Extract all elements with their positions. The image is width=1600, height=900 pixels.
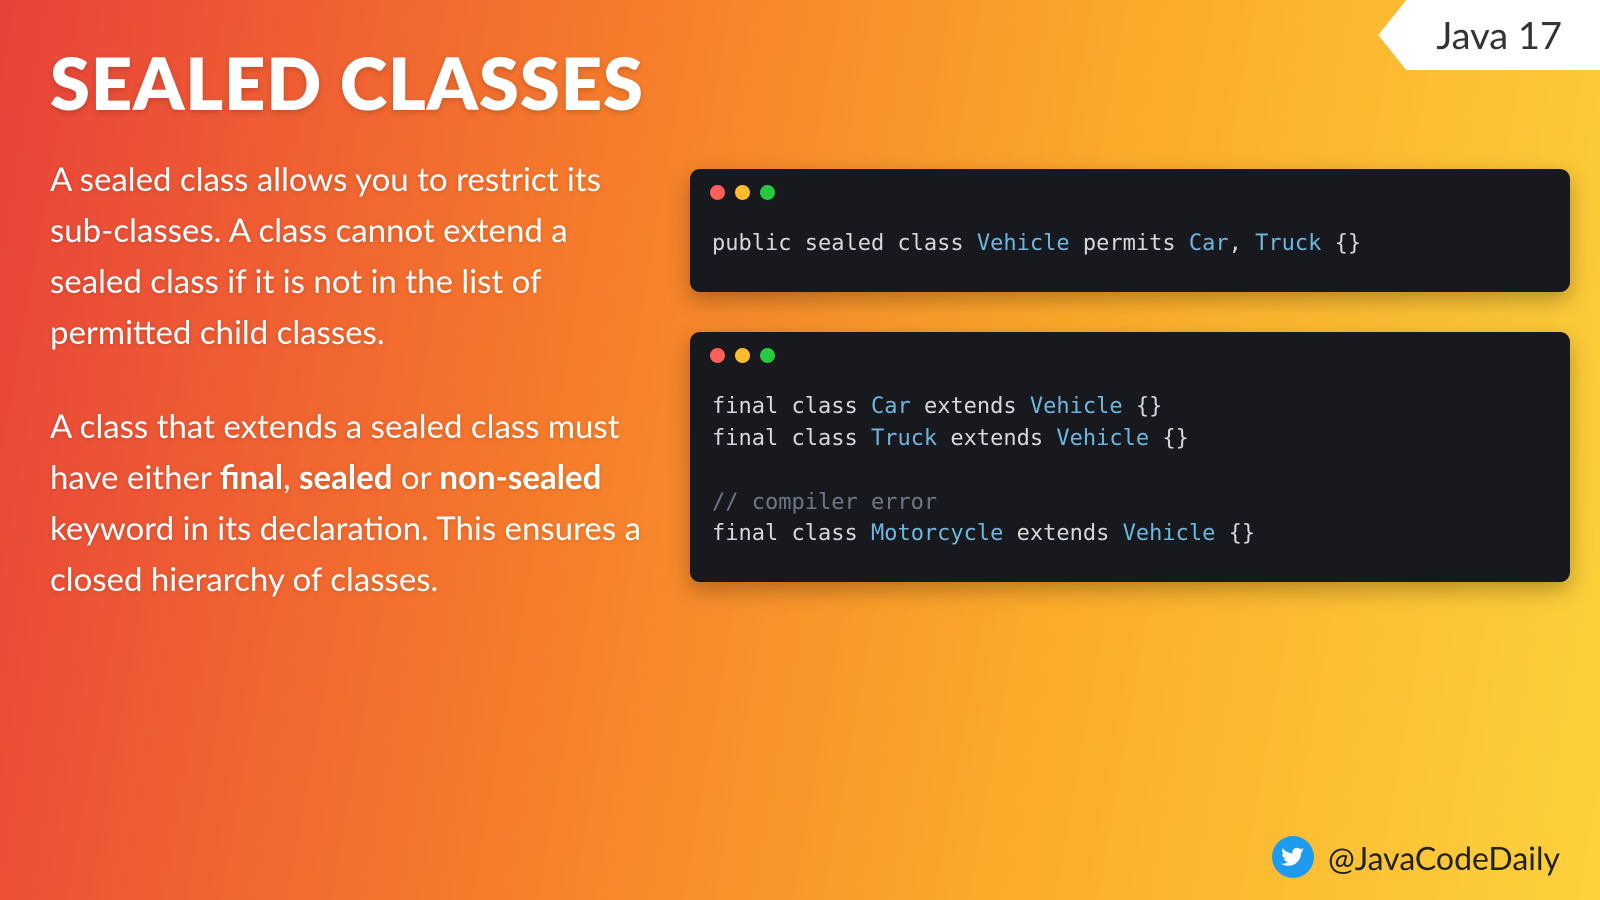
c2-l4c: extends <box>1003 521 1122 546</box>
content-columns: A sealed class allows you to restrict it… <box>50 154 1600 647</box>
code-block-1: public sealed class Vehicle permits Car,… <box>690 169 1570 292</box>
c1-cls1: Vehicle <box>977 231 1070 256</box>
c2-l1b: Car <box>871 394 911 419</box>
kw-sealed: sealed <box>299 457 392 497</box>
c2-l2b: Truck <box>871 426 937 451</box>
c1-t2: permits <box>1070 231 1189 256</box>
minimize-icon <box>735 185 750 200</box>
c2-l2d: Vehicle <box>1056 426 1149 451</box>
c1-cls2: Car <box>1189 231 1229 256</box>
p2-post: keyword in its declaration. This ensures… <box>50 508 641 599</box>
c2-l4e: {} <box>1215 521 1255 546</box>
c2-l2e: {} <box>1149 426 1189 451</box>
c1-t4: {} <box>1321 231 1361 256</box>
c2-l1d: Vehicle <box>1030 394 1123 419</box>
close-icon <box>710 185 725 200</box>
window-controls <box>690 169 1570 200</box>
slide: SEALED CLASSES A sealed class allows you… <box>0 0 1600 900</box>
c2-comment: // compiler error <box>712 490 937 515</box>
kw-nonsealed: non-sealed <box>439 457 601 497</box>
c2-l2a: final class <box>712 426 871 451</box>
c2-l4b: Motorcycle <box>871 521 1003 546</box>
footer: @JavaCodeDaily <box>1272 836 1560 878</box>
code-1: public sealed class Vehicle permits Car,… <box>690 200 1570 292</box>
kw-final: final <box>220 457 283 497</box>
p2-sep1: , <box>283 457 299 497</box>
code-2: final class Car extends Vehicle {} final… <box>690 363 1570 582</box>
window-controls <box>690 332 1570 363</box>
paragraph-1: A sealed class allows you to restrict it… <box>50 154 660 359</box>
code-block-2: final class Car extends Vehicle {} final… <box>690 332 1570 582</box>
maximize-icon <box>760 185 775 200</box>
c1-cls3: Truck <box>1255 231 1321 256</box>
twitter-handle: @JavaCodeDaily <box>1328 838 1560 877</box>
page-title: SEALED CLASSES <box>50 40 1600 126</box>
left-column: A sealed class allows you to restrict it… <box>50 154 690 647</box>
c1-t1: public sealed class <box>712 231 977 256</box>
c2-l4a: final class <box>712 521 871 546</box>
c2-l1c: extends <box>911 394 1030 419</box>
c2-l1a: final class <box>712 394 871 419</box>
c2-l2c: extends <box>937 426 1056 451</box>
c2-l4d: Vehicle <box>1123 521 1216 546</box>
maximize-icon <box>760 348 775 363</box>
close-icon <box>710 348 725 363</box>
right-column: public sealed class Vehicle permits Car,… <box>690 154 1600 622</box>
p2-sep2: or <box>392 457 439 497</box>
c1-t3: , <box>1229 231 1256 256</box>
c2-l1e: {} <box>1123 394 1163 419</box>
paragraph-2: A class that extends a sealed class must… <box>50 401 660 606</box>
twitter-icon <box>1272 836 1314 878</box>
minimize-icon <box>735 348 750 363</box>
